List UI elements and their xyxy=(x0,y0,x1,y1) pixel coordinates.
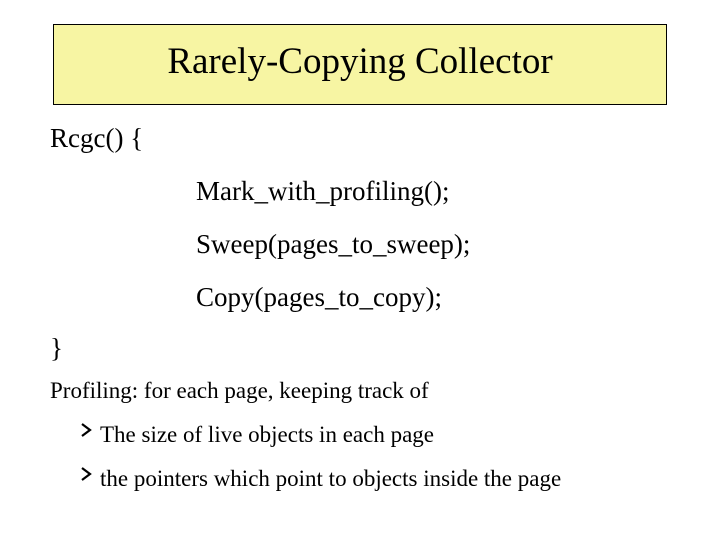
code-line-mark: Mark_with_profiling(); xyxy=(196,176,688,207)
code-line-copy: Copy(pages_to_copy); xyxy=(196,282,688,313)
bullet-item-1: The size of live objects in each page xyxy=(78,422,688,448)
slide: Rarely-Copying Collector Rcgc() { Mark_w… xyxy=(0,0,720,540)
bullet-text-1: The size of live objects in each page xyxy=(100,422,434,448)
code-close-brace: } xyxy=(50,333,688,364)
code-line-sweep: Sweep(pages_to_sweep); xyxy=(196,229,688,260)
slide-title: Rarely-Copying Collector xyxy=(167,41,552,82)
profiling-heading: Profiling: for each page, keeping track … xyxy=(50,378,688,404)
bullet-text-2: the pointers which point to objects insi… xyxy=(100,466,561,492)
chevron-right-icon xyxy=(78,466,94,482)
code-open-brace: Rcgc() { xyxy=(50,123,688,154)
bullet-item-2: the pointers which point to objects insi… xyxy=(78,466,688,492)
title-box: Rarely-Copying Collector xyxy=(53,24,667,105)
chevron-right-icon xyxy=(78,422,94,438)
